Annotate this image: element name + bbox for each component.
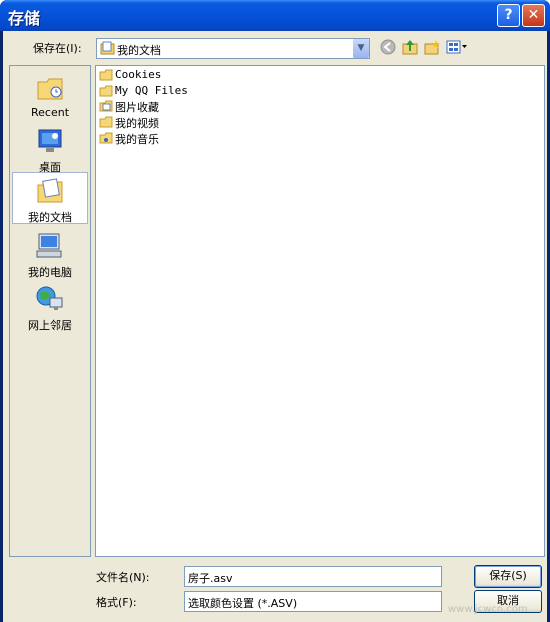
place-label: 我的文档 <box>28 211 72 224</box>
save-in-value: 我的文档 <box>117 44 161 57</box>
new-folder-icon[interactable] <box>424 39 440 57</box>
recent-folder-icon <box>37 78 63 100</box>
folder-icon <box>99 69 113 81</box>
place-my-documents[interactable]: 我的文档 <box>12 172 88 224</box>
dialog-body: 保存在(I): 我的文档 ▼ Recent 桌面 我的文档 我的电脑 网上邻居 … <box>3 31 547 622</box>
file-name: 图片收藏 <box>115 101 159 114</box>
file-name: 我的音乐 <box>115 133 159 146</box>
file-list[interactable]: Cookies My QQ Files 图片收藏 我的视频 我的音乐 <box>95 65 545 557</box>
desktop-icon <box>38 129 62 152</box>
filename-field[interactable]: 房子.asv <box>184 566 442 587</box>
my-computer-icon <box>36 233 62 258</box>
window-title: 存储 <box>8 9 41 28</box>
music-folder-icon <box>99 132 113 144</box>
my-documents-icon <box>37 178 63 203</box>
view-menu-icon[interactable] <box>446 39 468 57</box>
format-label: 格式(F): <box>96 596 137 609</box>
my-documents-icon <box>100 41 115 55</box>
format-dropdown[interactable]: 选取颜色设置 (*.ASV) <box>184 591 442 612</box>
place-recent[interactable]: Recent <box>12 70 88 119</box>
format-value: 选取颜色设置 (*.ASV) <box>188 597 298 610</box>
help-button[interactable]: ? <box>497 4 520 27</box>
folder-icon <box>99 85 113 97</box>
places-bar: Recent 桌面 我的文档 我的电脑 网上邻居 <box>9 65 91 557</box>
place-my-computer[interactable]: 我的电脑 <box>12 228 88 279</box>
file-name: Cookies <box>115 68 162 81</box>
place-desktop[interactable]: 桌面 <box>12 123 88 174</box>
title-bar[interactable]: 存储 ? ✕ <box>0 0 550 31</box>
save-in-label: 保存在(I): <box>33 42 82 55</box>
network-places-icon <box>36 286 63 310</box>
place-network[interactable]: 网上邻居 <box>12 281 88 332</box>
place-label: 网上邻居 <box>28 319 72 332</box>
save-in-dropdown[interactable]: 我的文档 ▼ <box>96 38 370 59</box>
watermark: www.jcwcn.com <box>448 604 528 615</box>
filename-value: 房子.asv <box>188 572 233 585</box>
save-button[interactable]: 保存(S) <box>474 565 542 588</box>
place-label: Recent <box>30 106 70 119</box>
back-icon[interactable] <box>380 39 396 57</box>
chevron-down-icon[interactable]: ▼ <box>352 39 369 58</box>
place-label: 我的电脑 <box>28 266 72 279</box>
close-button[interactable]: ✕ <box>522 4 545 27</box>
filename-label: 文件名(N): <box>96 571 150 584</box>
up-folder-icon[interactable] <box>402 39 418 57</box>
folder-icon <box>99 116 113 128</box>
save-dialog: 存储 ? ✕ 保存在(I): 我的文档 ▼ Recent 桌面 我的文档 我的电… <box>0 0 550 622</box>
file-name: My QQ Files <box>115 84 188 97</box>
pictures-folder-icon <box>99 100 113 112</box>
file-name: 我的视频 <box>115 117 159 130</box>
